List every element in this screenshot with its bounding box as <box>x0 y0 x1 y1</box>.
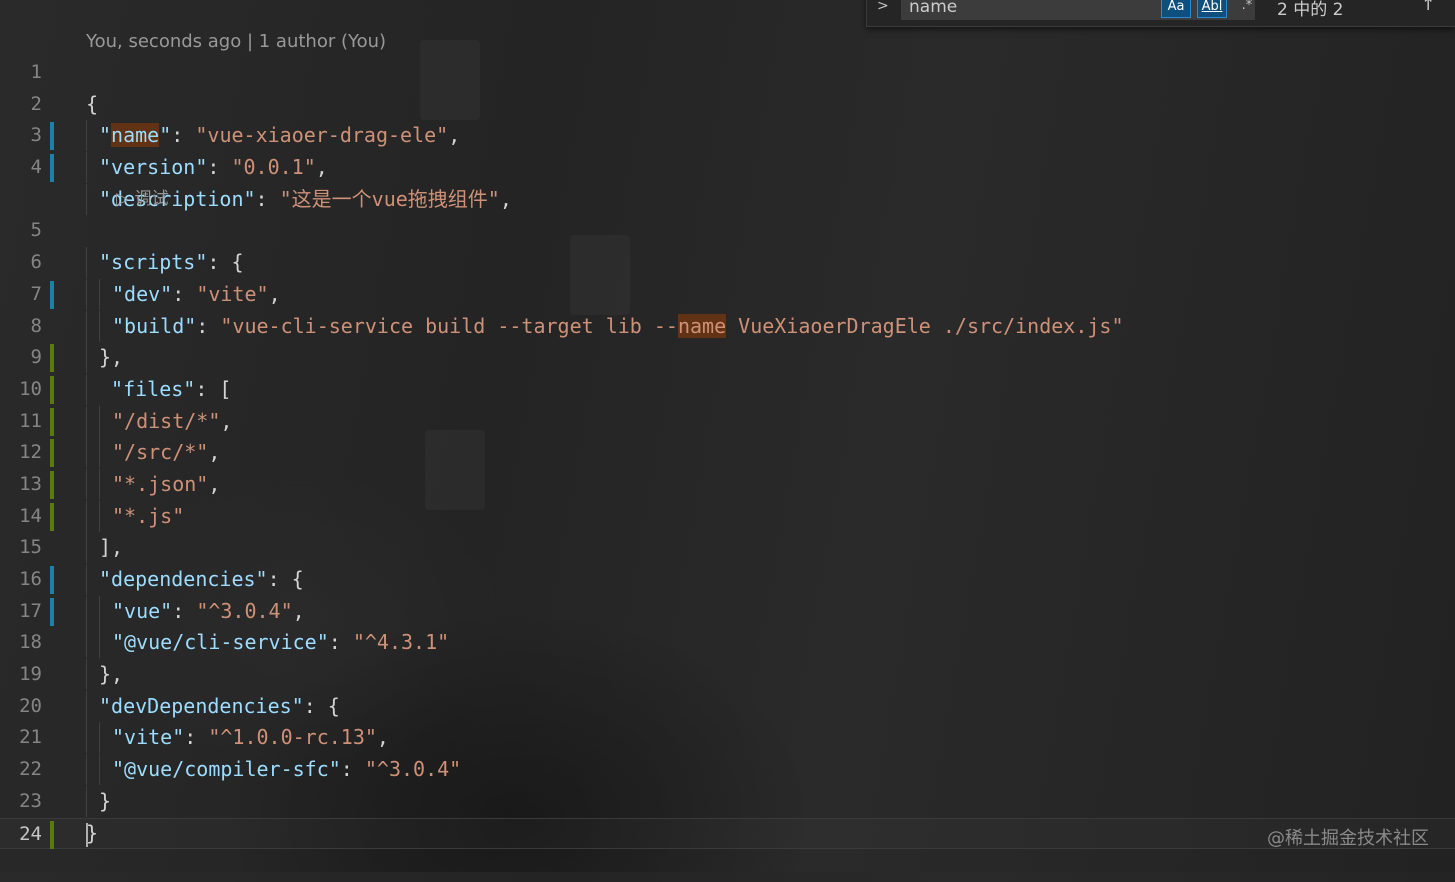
find-widget: > Aa Abl .* 2 中的 2 ↑ <box>866 0 1455 27</box>
line-number: 6 <box>30 251 42 274</box>
code-line[interactable]: 14 ], <box>0 501 1455 564</box>
code-line[interactable]: 5 "scripts": { <box>0 215 1455 279</box>
code-line[interactable]: 9 "files": [ <box>0 342 1455 405</box>
toggle-replace-chevron-icon[interactable]: > <box>877 0 889 14</box>
line-number: 4 <box>30 156 42 179</box>
git-added-gutter[interactable] <box>50 439 54 468</box>
git-added-gutter[interactable] <box>50 407 54 436</box>
code-line[interactable]: 13 "*.js" <box>0 469 1455 532</box>
line-number: 15 <box>19 536 42 559</box>
code-line[interactable]: 15 "dependencies": { <box>0 532 1455 596</box>
git-added-gutter[interactable] <box>50 470 54 499</box>
code-line[interactable]: 19 "devDependencies": { <box>0 659 1455 722</box>
code-line[interactable]: 17 "@vue/cli-service": "^4.3.1" <box>0 596 1455 659</box>
line-number: 24 <box>19 822 42 845</box>
code-line[interactable]: 18 }, <box>0 627 1455 691</box>
line-number: 19 <box>19 663 42 686</box>
line-number: 11 <box>19 409 42 432</box>
git-modified-gutter[interactable] <box>50 566 54 594</box>
git-modified-gutter[interactable] <box>50 122 54 151</box>
code-line[interactable]: 7 "build": "vue-cli-service build --targ… <box>0 279 1455 342</box>
git-added-gutter[interactable] <box>50 375 54 404</box>
code-line[interactable]: 12 "*.json", <box>0 437 1455 500</box>
code-editor[interactable]: 1 { 2 "name": "vue-xiaoer-drag-ele", 3 "… <box>0 57 1455 850</box>
line-number: 1 <box>30 61 42 83</box>
git-added-gutter[interactable] <box>50 820 54 849</box>
text-cursor <box>86 822 88 847</box>
line-number: 12 <box>19 441 42 464</box>
code-line[interactable]: 23 } <box>0 786 1455 845</box>
code-line[interactable]: 2 "name": "vue-xiaoer-drag-ele", <box>0 89 1455 152</box>
line-number: 22 <box>19 758 42 781</box>
code-line[interactable]: 1 { <box>0 57 1455 116</box>
line-number: 8 <box>30 314 42 337</box>
line-number: 9 <box>30 346 42 369</box>
line-number: 7 <box>30 282 42 305</box>
line-number: 18 <box>19 631 42 654</box>
active-code-line[interactable]: 24 <box>0 817 1455 850</box>
line-number: 17 <box>19 599 42 622</box>
code-line[interactable]: 16 "vue": "^3.0.4", <box>0 564 1455 627</box>
use-regex-button[interactable]: .* <box>1235 0 1259 18</box>
line-number: 5 <box>30 219 42 242</box>
code-line[interactable]: 22 } <box>0 754 1455 817</box>
line-number: 23 <box>19 789 42 812</box>
code-line[interactable]: 21 "@vue/compiler-sfc": "^3.0.4" <box>0 722 1455 786</box>
line-number: 20 <box>19 694 42 717</box>
git-modified-gutter[interactable] <box>50 280 54 309</box>
codelens-row[interactable]: ▷ 调试 <box>0 184 1455 216</box>
line-number: 2 <box>30 92 42 115</box>
code-line[interactable]: 10 "/dist/*", <box>0 374 1455 437</box>
line-number: 14 <box>19 504 42 527</box>
git-blame-codelens[interactable]: You, seconds ago | 1 author (You) <box>86 31 386 52</box>
git-added-gutter[interactable] <box>50 344 54 373</box>
find-result-count: 2 中的 2 <box>1277 0 1344 20</box>
line-number: 16 <box>19 568 42 590</box>
match-whole-word-button[interactable]: Abl <box>1197 0 1227 18</box>
git-modified-gutter[interactable] <box>50 154 54 183</box>
code-line[interactable]: 4 "description": "这是一个vue拖拽组件", <box>0 152 1455 215</box>
code-line[interactable]: 6 "dev": "vite", <box>0 247 1455 310</box>
watermark: @稀土掘金技术社区 <box>1267 828 1429 849</box>
git-modified-gutter[interactable] <box>50 597 54 626</box>
code-line[interactable]: 3 "version": "0.0.1", <box>0 120 1455 184</box>
code-line[interactable]: 8 }, <box>0 311 1455 374</box>
match-case-button[interactable]: Aa <box>1161 0 1191 18</box>
line-number: 3 <box>30 124 42 147</box>
code-line[interactable]: 11 "/src/*", <box>0 406 1455 469</box>
line-number: 13 <box>19 472 42 495</box>
debug-codelens[interactable]: ▷ 调试 <box>116 184 168 216</box>
previous-match-arrow-icon[interactable]: ↑ <box>1421 0 1435 15</box>
code-line[interactable]: 20 "vite": "^1.0.0-rc.13", <box>0 691 1455 754</box>
line-number: 21 <box>19 726 42 749</box>
line-number: 10 <box>19 377 42 400</box>
git-added-gutter[interactable] <box>50 502 54 531</box>
